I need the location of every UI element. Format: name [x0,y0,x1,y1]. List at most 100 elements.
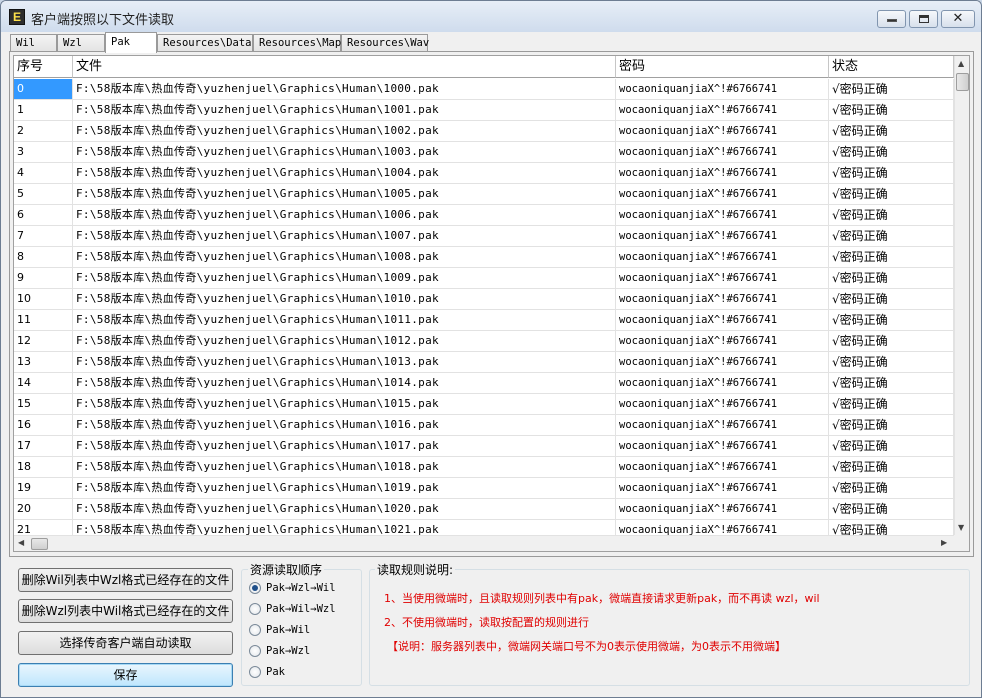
minimize-button[interactable] [877,10,906,28]
select-client-button[interactable]: 选择传奇客户端自动读取 [18,631,233,655]
save-button[interactable]: 保存 [18,663,233,687]
row-password-cell[interactable]: wocaoniquanjiaX^!#6766741 [616,415,829,436]
table-row[interactable]: 2 F:\58版本库\热血传奇\yuzhenjuel\Graphics\Human… [14,121,954,142]
column-header-status[interactable]: 状态 [829,56,954,78]
table-row[interactable]: 15 F:\58版本库\热血传奇\yuzhenjuel\Graphics\Huma… [14,394,954,415]
table-row[interactable]: 14 F:\58版本库\热血传奇\yuzhenjuel\Graphics\Huma… [14,373,954,394]
tab-resources-map[interactable]: Resources\Map [253,34,341,52]
row-index-cell[interactable]: 12 [14,331,73,352]
row-password-cell[interactable]: wocaoniquanjiaX^!#6766741 [616,100,829,121]
row-index-cell[interactable]: 5 [14,184,73,205]
row-file-cell[interactable]: F:\58版本库\热血传奇\yuzhenjuel\Graphics\Human\… [73,163,616,184]
row-file-cell[interactable]: F:\58版本库\热血传奇\yuzhenjuel\Graphics\Human\… [73,142,616,163]
tab-pak[interactable]: Pak [105,32,157,53]
row-index-cell[interactable]: 10 [14,289,73,310]
row-index-cell[interactable]: 16 [14,415,73,436]
row-password-cell[interactable]: wocaoniquanjiaX^!#6766741 [616,205,829,226]
tab-wzl[interactable]: Wzl [57,34,105,52]
row-file-cell[interactable]: F:\58版本库\热血传奇\yuzhenjuel\Graphics\Human\… [73,268,616,289]
row-status-cell[interactable]: √密码正确 [829,142,954,163]
row-file-cell[interactable]: F:\58版本库\热血传奇\yuzhenjuel\Graphics\Human\… [73,352,616,373]
table-row[interactable]: 11 F:\58版本库\热血传奇\yuzhenjuel\Graphics\Huma… [14,310,954,331]
row-file-cell[interactable]: F:\58版本库\热血传奇\yuzhenjuel\Graphics\Human\… [73,121,616,142]
scroll-right-icon[interactable]: ▶ [941,538,947,547]
row-index-cell[interactable]: 1 [14,100,73,121]
table-row[interactable]: 6 F:\58版本库\热血传奇\yuzhenjuel\Graphics\Human… [14,205,954,226]
row-status-cell[interactable]: √密码正确 [829,268,954,289]
row-password-cell[interactable]: wocaoniquanjiaX^!#6766741 [616,289,829,310]
row-file-cell[interactable]: F:\58版本库\热血传奇\yuzhenjuel\Graphics\Human\… [73,373,616,394]
row-file-cell[interactable]: F:\58版本库\热血传奇\yuzhenjuel\Graphics\Human\… [73,415,616,436]
vertical-scrollbar[interactable]: ▲ ▼ [954,56,969,535]
row-file-cell[interactable]: F:\58版本库\热血传奇\yuzhenjuel\Graphics\Human\… [73,331,616,352]
vertical-scroll-thumb[interactable] [956,73,969,91]
table-row[interactable]: 10 F:\58版本库\热血传奇\yuzhenjuel\Graphics\Huma… [14,289,954,310]
file-table[interactable]: 序号 文件 密码 状态 0 F:\58版本库\热血传奇\yuzhenjuel\Gr… [13,55,970,552]
row-status-cell[interactable]: √密码正确 [829,415,954,436]
horizontal-scrollbar[interactable]: ◀ ▶ [14,535,954,551]
table-row[interactable]: 0 F:\58版本库\热血传奇\yuzhenjuel\Graphics\Human… [14,79,954,100]
delete-wzl-dup-button[interactable]: 删除Wzl列表中Wil格式已经存在的文件 [18,599,233,623]
row-password-cell[interactable]: wocaoniquanjiaX^!#6766741 [616,436,829,457]
row-status-cell[interactable]: √密码正确 [829,478,954,499]
tab-resources-data[interactable]: Resources\Data [157,34,253,52]
row-index-cell[interactable]: 17 [14,436,73,457]
table-row[interactable]: 1 F:\58版本库\热血传奇\yuzhenjuel\Graphics\Human… [14,100,954,121]
row-status-cell[interactable]: √密码正确 [829,226,954,247]
table-row[interactable]: 7 F:\58版本库\热血传奇\yuzhenjuel\Graphics\Human… [14,226,954,247]
row-status-cell[interactable]: √密码正确 [829,499,954,520]
row-file-cell[interactable]: F:\58版本库\热血传奇\yuzhenjuel\Graphics\Human\… [73,394,616,415]
row-password-cell[interactable]: wocaoniquanjiaX^!#6766741 [616,394,829,415]
table-row[interactable]: 12 F:\58版本库\热血传奇\yuzhenjuel\Graphics\Huma… [14,331,954,352]
row-password-cell[interactable]: wocaoniquanjiaX^!#6766741 [616,478,829,499]
row-password-cell[interactable]: wocaoniquanjiaX^!#6766741 [616,457,829,478]
horizontal-scroll-thumb[interactable] [31,538,48,550]
table-row[interactable]: 19 F:\58版本库\热血传奇\yuzhenjuel\Graphics\Huma… [14,478,954,499]
row-password-cell[interactable]: wocaoniquanjiaX^!#6766741 [616,226,829,247]
row-index-cell[interactable]: 11 [14,310,73,331]
row-status-cell[interactable]: √密码正确 [829,289,954,310]
row-status-cell[interactable]: √密码正确 [829,394,954,415]
delete-wil-dup-button[interactable]: 删除Wil列表中Wzl格式已经存在的文件 [18,568,233,592]
scroll-left-icon[interactable]: ◀ [18,538,24,547]
row-status-cell[interactable]: √密码正确 [829,163,954,184]
table-row[interactable]: 13 F:\58版本库\热血传奇\yuzhenjuel\Graphics\Huma… [14,352,954,373]
table-row[interactable]: 5 F:\58版本库\热血传奇\yuzhenjuel\Graphics\Human… [14,184,954,205]
row-status-cell[interactable]: √密码正确 [829,247,954,268]
table-row[interactable]: 9 F:\58版本库\热血传奇\yuzhenjuel\Graphics\Human… [14,268,954,289]
row-index-cell[interactable]: 20 [14,499,73,520]
column-header-password[interactable]: 密码 [616,56,829,78]
row-file-cell[interactable]: F:\58版本库\热血传奇\yuzhenjuel\Graphics\Human\… [73,289,616,310]
row-password-cell[interactable]: wocaoniquanjiaX^!#6766741 [616,184,829,205]
maximize-button[interactable] [909,10,938,28]
row-password-cell[interactable]: wocaoniquanjiaX^!#6766741 [616,163,829,184]
row-status-cell[interactable]: √密码正确 [829,331,954,352]
row-index-cell[interactable]: 7 [14,226,73,247]
order-option-5[interactable]: Pak [249,663,285,681]
column-header-file[interactable]: 文件 [73,56,616,78]
table-row[interactable]: 3 F:\58版本库\热血传奇\yuzhenjuel\Graphics\Human… [14,142,954,163]
row-status-cell[interactable]: √密码正确 [829,205,954,226]
row-password-cell[interactable]: wocaoniquanjiaX^!#6766741 [616,79,829,100]
row-file-cell[interactable]: F:\58版本库\热血传奇\yuzhenjuel\Graphics\Human\… [73,184,616,205]
order-option-3[interactable]: Pak→Wil [249,621,310,639]
row-password-cell[interactable]: wocaoniquanjiaX^!#6766741 [616,352,829,373]
order-option-4[interactable]: Pak→Wzl [249,642,310,660]
row-file-cell[interactable]: F:\58版本库\热血传奇\yuzhenjuel\Graphics\Human\… [73,100,616,121]
row-file-cell[interactable]: F:\58版本库\热血传奇\yuzhenjuel\Graphics\Human\… [73,457,616,478]
row-password-cell[interactable]: wocaoniquanjiaX^!#6766741 [616,247,829,268]
row-password-cell[interactable]: wocaoniquanjiaX^!#6766741 [616,331,829,352]
row-file-cell[interactable]: F:\58版本库\热血传奇\yuzhenjuel\Graphics\Human\… [73,499,616,520]
row-index-cell[interactable]: 0 [14,79,73,100]
row-status-cell[interactable]: √密码正确 [829,121,954,142]
row-index-cell[interactable]: 14 [14,373,73,394]
row-index-cell[interactable]: 6 [14,205,73,226]
row-status-cell[interactable]: √密码正确 [829,184,954,205]
row-file-cell[interactable]: F:\58版本库\热血传奇\yuzhenjuel\Graphics\Human\… [73,79,616,100]
table-row[interactable]: 18 F:\58版本库\热血传奇\yuzhenjuel\Graphics\Huma… [14,457,954,478]
table-row[interactable]: 16 F:\58版本库\热血传奇\yuzhenjuel\Graphics\Huma… [14,415,954,436]
scroll-down-icon[interactable]: ▼ [958,523,964,532]
row-password-cell[interactable]: wocaoniquanjiaX^!#6766741 [616,499,829,520]
row-password-cell[interactable]: wocaoniquanjiaX^!#6766741 [616,373,829,394]
row-password-cell[interactable]: wocaoniquanjiaX^!#6766741 [616,268,829,289]
